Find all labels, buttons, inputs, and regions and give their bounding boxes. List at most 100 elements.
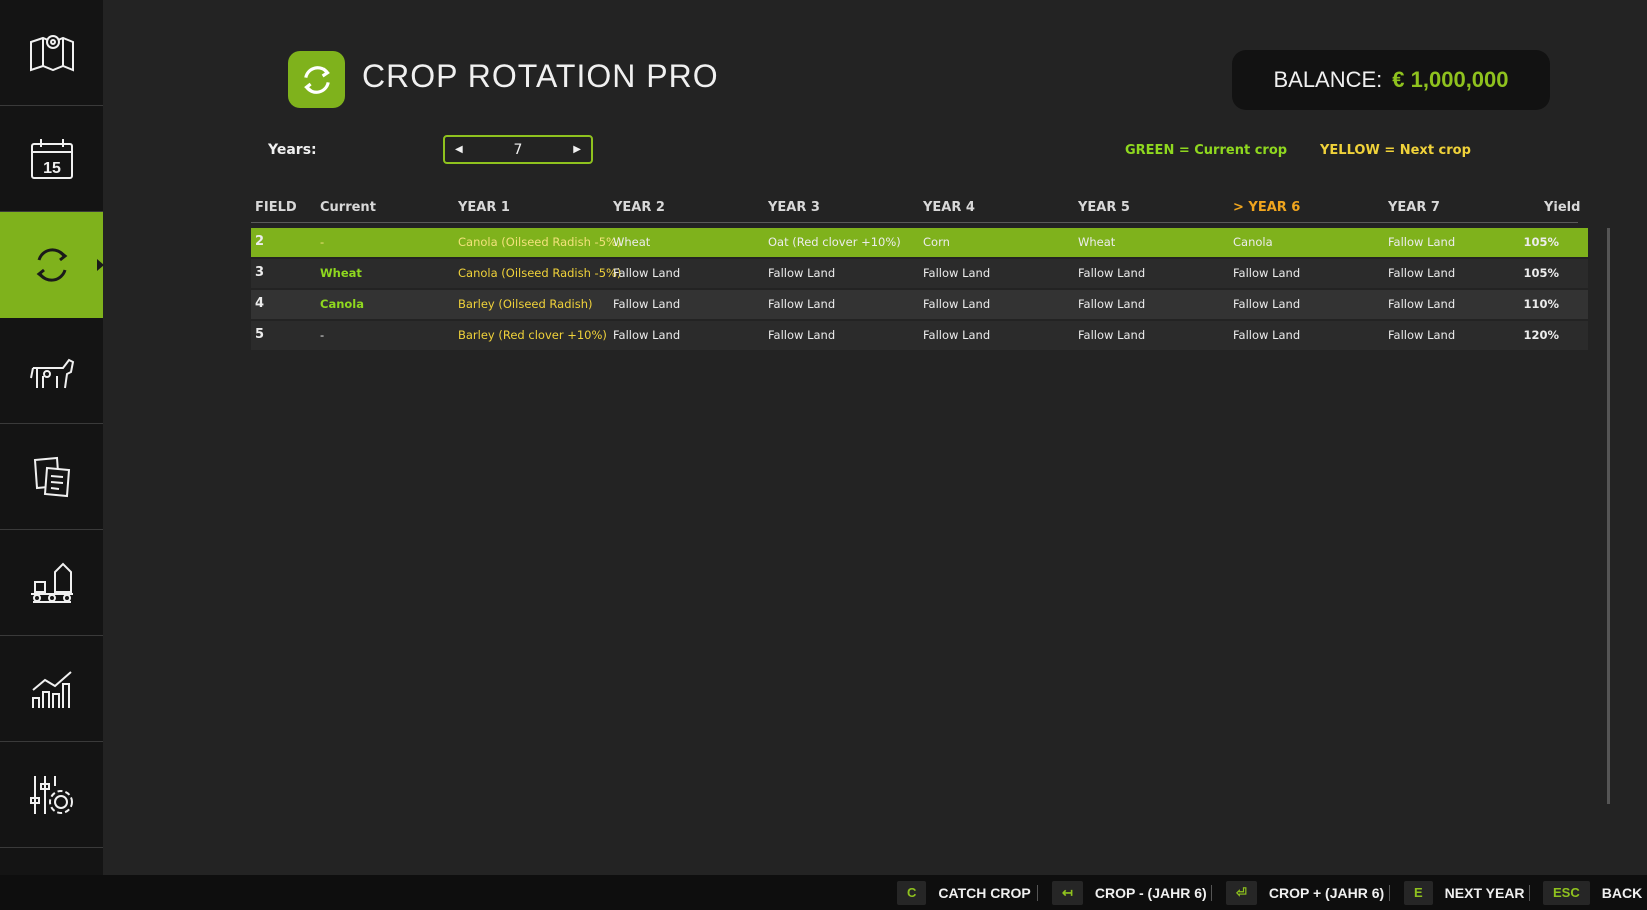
year-7-crop[interactable]: Fallow Land: [1388, 235, 1455, 249]
settings-icon: [29, 775, 73, 814]
years-label: Years:: [268, 142, 317, 158]
yield-value: 105%: [1523, 235, 1559, 249]
table-row[interactable]: 5 - Barley (Red clover +10%) Fallow Land…: [251, 321, 1588, 350]
balance-display: BALANCE: € 1,000,000: [1232, 50, 1550, 110]
sidebar: 15: [0, 0, 104, 875]
statistics-icon: [31, 670, 72, 708]
sidebar-item-settings[interactable]: [0, 742, 103, 848]
crop-plus-key: ⏎: [1226, 880, 1257, 905]
sidebar-item-animals[interactable]: [0, 318, 103, 424]
sidebar-item-crop-rotation[interactable]: [0, 212, 104, 318]
years-stepper[interactable]: ◀ 7 ▶: [443, 135, 593, 164]
year-7-crop[interactable]: Fallow Land: [1388, 328, 1455, 342]
table-scrollbar[interactable]: [1607, 228, 1610, 804]
year-3-crop[interactable]: Fallow Land: [768, 328, 835, 342]
year-1-crop[interactable]: Canola (Oilseed Radish -5%): [458, 235, 621, 249]
year-5-crop[interactable]: Fallow Land: [1078, 266, 1145, 280]
col-year-3: YEAR 3: [768, 200, 820, 215]
year-3-crop[interactable]: Fallow Land: [768, 266, 835, 280]
col-year-6: > YEAR 6: [1233, 200, 1301, 215]
year-3-crop[interactable]: Oat (Red clover +10%): [768, 235, 901, 249]
year-4-crop[interactable]: Fallow Land: [923, 297, 990, 311]
year-1-crop[interactable]: Barley (Red clover +10%): [458, 328, 607, 342]
col-current: Current: [320, 200, 376, 215]
years-value: 7: [513, 141, 523, 158]
year-6-crop[interactable]: Fallow Land: [1233, 297, 1300, 311]
page-title: CROP ROTATION PRO: [362, 58, 719, 94]
year-2-crop[interactable]: Fallow Land: [613, 328, 680, 342]
field-number: 3: [255, 265, 265, 280]
col-year-4: YEAR 4: [923, 200, 975, 215]
year-2-crop[interactable]: Fallow Land: [613, 266, 680, 280]
yield-value: 105%: [1523, 266, 1559, 280]
catch-crop-key: C: [897, 880, 927, 905]
back-button[interactable]: ESC BACK: [1543, 875, 1642, 910]
current-crop: -: [320, 328, 325, 342]
crop-plus-button[interactable]: ⏎ CROP + (JAHR 6): [1226, 875, 1384, 910]
hint-divider: [1037, 885, 1038, 901]
year-7-crop[interactable]: Fallow Land: [1388, 297, 1455, 311]
sidebar-item-map[interactable]: [0, 0, 103, 106]
rotation-icon: [36, 247, 67, 282]
production-icon: [30, 562, 73, 603]
balance-label: BALANCE:: [1273, 67, 1383, 92]
sidebar-item-statistics[interactable]: [0, 636, 103, 742]
table-row[interactable]: 4 Canola Barley (Oilseed Radish) Fallow …: [251, 290, 1588, 319]
map-icon: [29, 34, 74, 71]
year-1-crop[interactable]: Barley (Oilseed Radish): [458, 297, 592, 311]
next-year-label: NEXT YEAR: [1444, 884, 1525, 901]
col-year-5: YEAR 5: [1078, 200, 1130, 215]
calendar-day: 15: [43, 160, 61, 177]
sidebar-item-calendar[interactable]: 15: [0, 106, 103, 212]
sidebar-item-contracts[interactable]: [0, 424, 103, 530]
app-logo: [288, 51, 345, 108]
year-2-crop[interactable]: Wheat: [613, 235, 650, 249]
year-3-crop[interactable]: Fallow Land: [768, 297, 835, 311]
field-number: 2: [255, 234, 265, 249]
year-1-crop[interactable]: Canola (Oilseed Radish -5%): [458, 266, 621, 280]
animals-icon: [29, 358, 74, 388]
table-row[interactable]: 3 Wheat Canola (Oilseed Radish -5%) Fall…: [251, 259, 1588, 288]
legend-next-crop: YELLOW = Next crop: [1320, 143, 1471, 158]
year-4-crop[interactable]: Fallow Land: [923, 266, 990, 280]
back-label: BACK: [1601, 884, 1643, 901]
year-5-crop[interactable]: Fallow Land: [1078, 328, 1145, 342]
current-crop: Wheat: [320, 266, 362, 280]
crop-minus-key: ↤: [1052, 880, 1083, 905]
years-decrease-icon[interactable]: ◀: [455, 144, 463, 155]
yield-value: 120%: [1523, 328, 1559, 342]
hint-divider: [1211, 885, 1212, 901]
year-4-crop[interactable]: Corn: [923, 235, 950, 249]
current-crop: -: [320, 235, 325, 249]
rotation-logo-icon: [303, 65, 330, 94]
year-4-crop[interactable]: Fallow Land: [923, 328, 990, 342]
calendar-icon: 15: [30, 138, 73, 179]
next-year-key: E: [1404, 880, 1433, 905]
years-increase-icon[interactable]: ▶: [573, 144, 581, 155]
year-5-crop[interactable]: Wheat: [1078, 235, 1115, 249]
year-6-crop[interactable]: Fallow Land: [1233, 266, 1300, 280]
catch-crop-button[interactable]: C CATCH CROP: [897, 875, 1031, 910]
col-year-1: YEAR 1: [458, 200, 510, 215]
year-7-crop[interactable]: Fallow Land: [1388, 266, 1455, 280]
crop-plus-label: CROP + (JAHR 6): [1268, 884, 1385, 901]
year-6-crop[interactable]: Canola: [1233, 235, 1273, 249]
table-row[interactable]: 2 - Canola (Oilseed Radish -5%) Wheat Oa…: [251, 228, 1588, 257]
current-crop: Canola: [320, 297, 364, 311]
year-2-crop[interactable]: Fallow Land: [613, 297, 680, 311]
year-5-crop[interactable]: Fallow Land: [1078, 297, 1145, 311]
contracts-icon: [33, 456, 70, 497]
field-number: 4: [255, 296, 265, 311]
field-number: 5: [255, 327, 265, 342]
table-header: FIELD Current YEAR 1 YEAR 2 YEAR 3 YEAR …: [251, 196, 1580, 223]
next-year-button[interactable]: E NEXT YEAR: [1404, 875, 1525, 910]
year-6-crop[interactable]: Fallow Land: [1233, 328, 1300, 342]
yield-value: 110%: [1523, 297, 1559, 311]
col-year-2: YEAR 2: [613, 200, 665, 215]
hint-divider: [1529, 885, 1530, 901]
crop-minus-button[interactable]: ↤ CROP - (JAHR 6): [1052, 875, 1207, 910]
sidebar-item-production[interactable]: [0, 530, 103, 636]
legend-current-crop: GREEN = Current crop: [1125, 143, 1288, 158]
col-year-7: YEAR 7: [1388, 200, 1440, 215]
hint-divider: [1389, 885, 1390, 901]
